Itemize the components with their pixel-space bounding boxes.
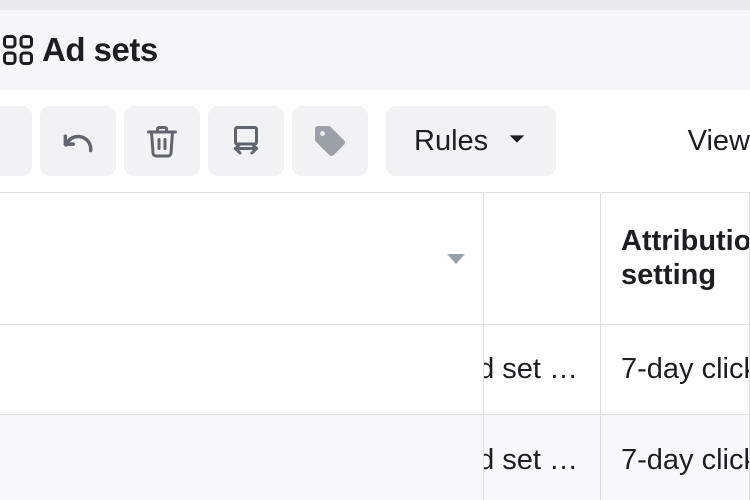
- adsets-icon: [0, 30, 36, 70]
- delete-button[interactable]: [124, 106, 200, 176]
- view-menu[interactable]: View: [648, 125, 750, 158]
- column-header-attribution[interactable]: Attribution setting: [601, 193, 750, 325]
- export-icon: [228, 123, 264, 159]
- column-header-2[interactable]: [484, 193, 601, 325]
- table-cell[interactable]: d set …: [484, 415, 601, 500]
- chevron-down-icon: [506, 128, 528, 155]
- column-header-1[interactable]: [0, 193, 484, 325]
- cell-text: 7-day click: [621, 444, 750, 477]
- trash-icon: [144, 123, 180, 159]
- table-cell[interactable]: 7-day click: [601, 325, 750, 415]
- view-label: View: [688, 125, 750, 157]
- cell-text: d set …: [484, 444, 578, 477]
- rules-label: Rules: [414, 125, 488, 158]
- column-header-attribution-line1: Attribution: [621, 225, 750, 258]
- rules-dropdown[interactable]: Rules: [386, 106, 556, 176]
- cell-text: d set …: [484, 353, 578, 386]
- tag-icon: [312, 123, 348, 159]
- undo-button[interactable]: [40, 106, 116, 176]
- tab-header: Ad sets: [0, 10, 750, 90]
- toolbar-leading-button[interactable]: [0, 106, 32, 176]
- window-top-strip: [0, 0, 750, 10]
- tag-button[interactable]: [292, 106, 368, 176]
- tab-title: Ad sets: [42, 31, 158, 69]
- sort-desc-icon: [447, 254, 465, 264]
- data-table: Attribution setting d set … 7-day click …: [0, 192, 750, 500]
- cell-text: 7-day click: [621, 353, 750, 386]
- export-button[interactable]: [208, 106, 284, 176]
- table-cell[interactable]: d set …: [484, 325, 601, 415]
- toolbar: Rules View: [0, 90, 750, 192]
- column-header-attribution-line2: setting: [621, 259, 750, 292]
- table-cell[interactable]: [0, 325, 484, 415]
- table-cell[interactable]: [0, 415, 484, 500]
- table-cell[interactable]: 7-day click: [601, 415, 750, 500]
- undo-icon: [59, 122, 97, 160]
